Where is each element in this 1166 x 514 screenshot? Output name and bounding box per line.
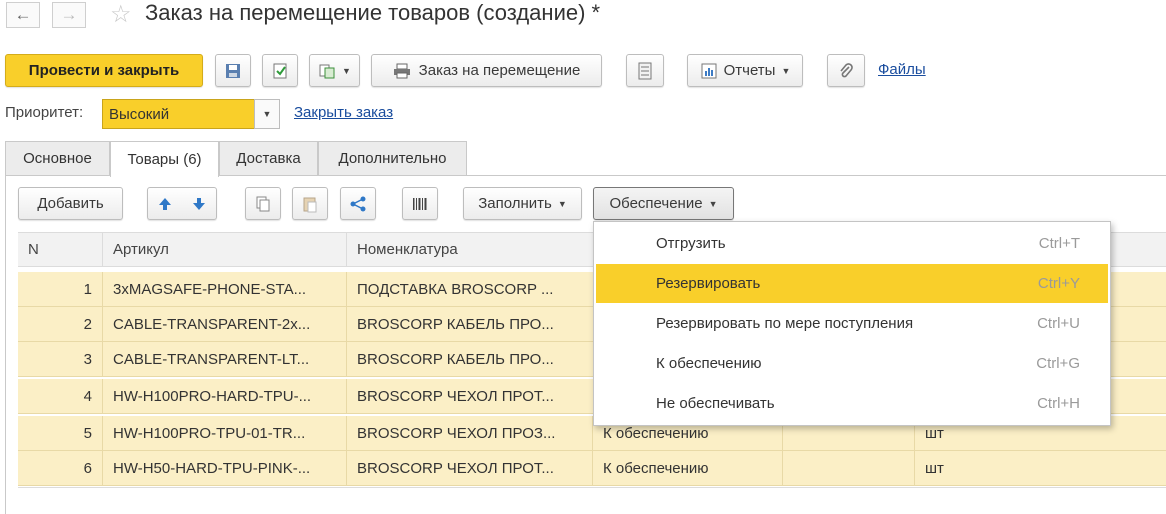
row-name: BROSCORP КАБЕЛЬ ПРО... bbox=[346, 342, 592, 377]
menu-item-do-not-supply[interactable]: Не обеспечивать Ctrl+H bbox=[596, 384, 1108, 423]
paperclip-icon bbox=[840, 62, 853, 77]
column-header-name[interactable]: Номенклатура bbox=[346, 232, 592, 267]
tab-goods[interactable]: Товары (6) bbox=[110, 141, 219, 177]
row-article: CABLE-TRANSPARENT-LT... bbox=[102, 342, 346, 377]
priority-select[interactable]: Высокий bbox=[102, 99, 254, 129]
row-name: ПОДСТАВКА BROSCORP ... bbox=[346, 272, 592, 307]
move-row-buttons[interactable] bbox=[147, 187, 217, 220]
tab-main[interactable]: Основное bbox=[5, 141, 110, 175]
menu-item-shortcut: Ctrl+T bbox=[1038, 235, 1080, 252]
menu-item-reserve[interactable]: Резервировать Ctrl+Y bbox=[596, 264, 1108, 303]
row-name: BROSCORP ЧЕХОЛ ПРОЗ... bbox=[346, 416, 592, 451]
menu-item-label: Резервировать bbox=[656, 275, 761, 292]
row-name: BROSCORP ЧЕХОЛ ПРОТ... bbox=[346, 379, 592, 414]
supply-label: Обеспечение bbox=[609, 195, 703, 212]
row-number: 5 bbox=[83, 425, 92, 442]
tab-delivery[interactable]: Доставка bbox=[219, 141, 318, 175]
row-article: CABLE-TRANSPARENT-2x... bbox=[102, 307, 346, 342]
row-article: HW-H50-HARD-TPU-PINK-... bbox=[102, 451, 346, 486]
save-button[interactable] bbox=[215, 54, 251, 87]
arrow-down-icon[interactable] bbox=[192, 197, 206, 211]
reports-button[interactable]: Отчеты ▼ bbox=[687, 54, 803, 87]
close-order-link[interactable]: Закрыть заказ bbox=[294, 104, 393, 121]
table-bottom-border bbox=[18, 487, 1166, 488]
split-line-button[interactable] bbox=[340, 187, 376, 220]
split-icon bbox=[350, 196, 366, 211]
reports-icon bbox=[701, 63, 717, 78]
post-document-icon bbox=[273, 63, 287, 78]
row-number: 2 bbox=[83, 316, 92, 333]
paste-button[interactable] bbox=[292, 187, 328, 220]
barcode-icon bbox=[413, 197, 427, 210]
menu-item-shortcut: Ctrl+Y bbox=[1037, 275, 1080, 292]
star-icon[interactable]: ☆ bbox=[110, 0, 132, 29]
fill-label: Заполнить bbox=[478, 195, 552, 212]
list-icon bbox=[638, 62, 652, 79]
menu-item-to-supply[interactable]: К обеспечению Ctrl+G bbox=[596, 344, 1108, 383]
chevron-down-icon: ▼ bbox=[557, 198, 567, 209]
panel-border bbox=[5, 176, 6, 514]
row-article: HW-H100PRO-HARD-TPU-... bbox=[102, 379, 346, 414]
page-title: Заказ на перемещение товаров (создание) … bbox=[145, 0, 601, 25]
arrow-left-icon: ← bbox=[14, 5, 32, 24]
paste-icon bbox=[303, 197, 317, 212]
priority-label: Приоритет: bbox=[5, 104, 84, 121]
printer-icon bbox=[393, 63, 410, 78]
row-number: 3 bbox=[83, 351, 92, 368]
row-name: BROSCORP КАБЕЛЬ ПРО... bbox=[346, 307, 592, 342]
save-icon bbox=[226, 63, 240, 78]
chevron-down-icon: ▼ bbox=[342, 65, 351, 76]
move-order-print-button[interactable]: Заказ на перемещение bbox=[371, 54, 602, 87]
arrow-right-icon: → bbox=[60, 5, 78, 24]
post-button[interactable] bbox=[262, 54, 298, 87]
create-based-on-button[interactable]: ▼ bbox=[309, 54, 360, 87]
arrow-up-icon[interactable] bbox=[158, 197, 172, 211]
post-and-close-button[interactable]: Провести и закрыть bbox=[5, 54, 203, 87]
barcode-button[interactable] bbox=[402, 187, 438, 220]
structure-button[interactable] bbox=[626, 54, 664, 87]
column-header-n[interactable]: N bbox=[18, 232, 102, 267]
menu-item-label: Не обеспечивать bbox=[656, 395, 775, 412]
row-number: 4 bbox=[83, 388, 92, 405]
forward-button[interactable]: → bbox=[52, 2, 86, 28]
add-button[interactable]: Добавить bbox=[18, 187, 123, 220]
copy-button[interactable] bbox=[245, 187, 281, 220]
create-based-icon bbox=[319, 64, 335, 78]
row-number: 1 bbox=[83, 281, 92, 298]
menu-item-shortcut: Ctrl+G bbox=[1036, 355, 1080, 372]
priority-dropdown-button[interactable]: ▼ bbox=[254, 99, 280, 129]
menu-item-ship[interactable]: Отгрузить Ctrl+T bbox=[596, 224, 1108, 263]
menu-item-label: Отгрузить bbox=[656, 235, 726, 252]
row-article: HW-H100PRO-TPU-01-TR... bbox=[102, 416, 346, 451]
chevron-down-icon: ▼ bbox=[781, 65, 791, 76]
chevron-down-icon: ▼ bbox=[708, 198, 718, 209]
menu-item-shortcut: Ctrl+U bbox=[1037, 315, 1080, 332]
menu-item-label: Резервировать по мере поступления bbox=[656, 315, 914, 332]
column-header-article[interactable]: Артикул bbox=[102, 232, 346, 267]
table-row[interactable]: 6 HW-H50-HARD-TPU-PINK-... BROSCORP ЧЕХО… bbox=[18, 451, 1166, 486]
attach-button[interactable] bbox=[827, 54, 865, 87]
row-number: 6 bbox=[83, 460, 92, 477]
menu-item-label: К обеспечению bbox=[656, 355, 762, 372]
row-article: 3xMAGSAFE-PHONE-STA... bbox=[102, 272, 346, 307]
tab-additional[interactable]: Дополнительно bbox=[318, 141, 467, 175]
copy-icon bbox=[256, 196, 270, 211]
supply-button[interactable]: Обеспечение ▼ bbox=[593, 187, 734, 220]
reports-label: Отчеты bbox=[723, 62, 776, 79]
row-name: BROSCORP ЧЕХОЛ ПРОТ... bbox=[346, 451, 592, 486]
menu-item-reserve-on-arrival[interactable]: Резервировать по мере поступления Ctrl+U bbox=[596, 304, 1108, 343]
row-supply-status: К обеспечению bbox=[592, 451, 782, 486]
supply-dropdown-menu: Отгрузить Ctrl+T Резервировать Ctrl+Y Ре… bbox=[593, 221, 1111, 426]
files-link[interactable]: Файлы bbox=[878, 61, 926, 78]
move-order-label: Заказ на перемещение bbox=[418, 62, 581, 79]
fill-button[interactable]: Заполнить ▼ bbox=[463, 187, 582, 220]
chevron-down-icon: ▼ bbox=[262, 109, 272, 119]
row-blank-cell bbox=[782, 451, 914, 486]
back-button[interactable]: ← bbox=[6, 2, 40, 28]
row-unit: шт bbox=[914, 451, 1166, 486]
menu-item-shortcut: Ctrl+H bbox=[1037, 395, 1080, 412]
